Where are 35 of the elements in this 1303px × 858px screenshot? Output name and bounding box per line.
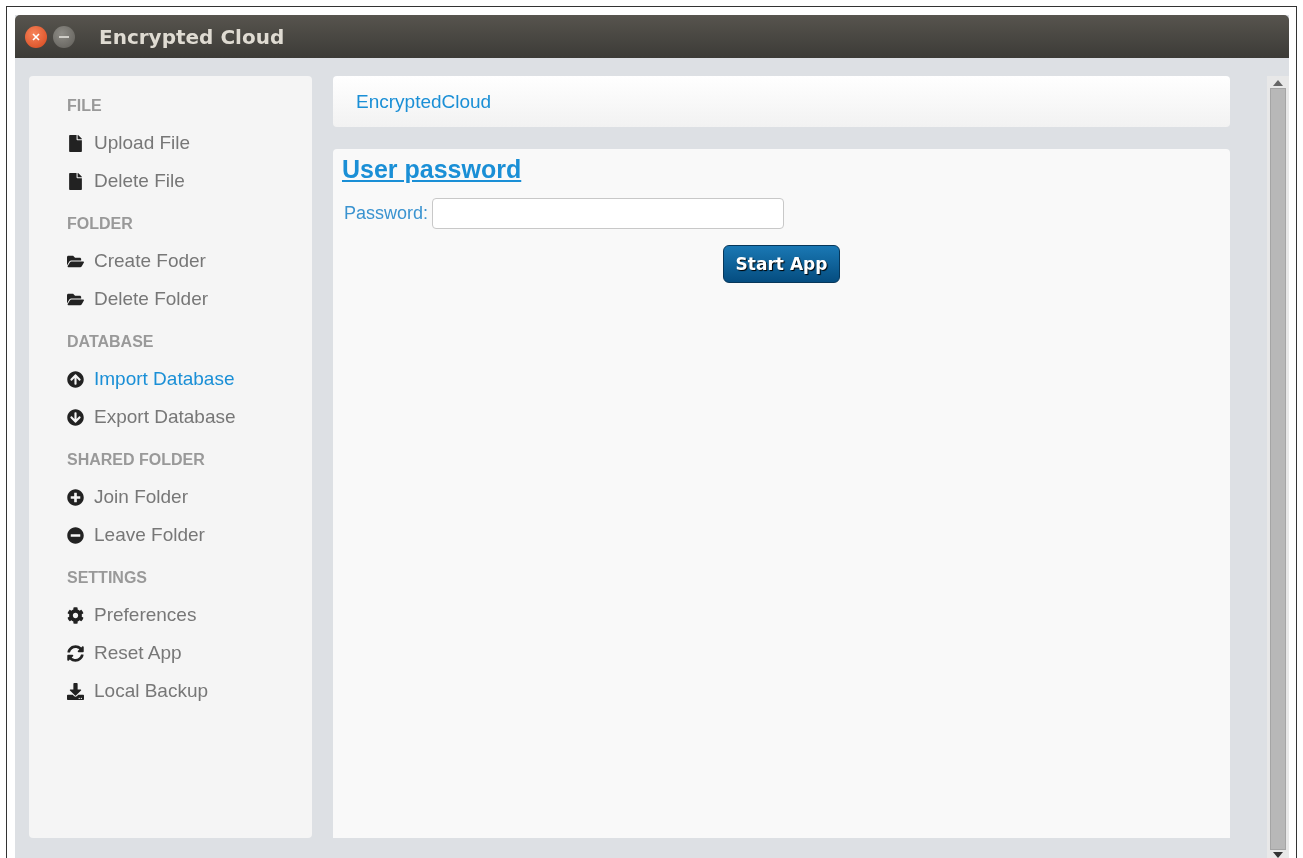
sidebar-link[interactable]: Local Backup [94, 680, 209, 702]
form-title-link[interactable]: User password [342, 155, 522, 184]
sidebar-link[interactable]: Upload File [94, 132, 191, 154]
sidebar-link[interactable]: Join Folder [94, 486, 188, 508]
minimize-button[interactable] [53, 25, 75, 48]
sidebar-link[interactable]: Preferences [94, 604, 197, 626]
close-icon [31, 31, 41, 42]
minimize-icon [59, 34, 69, 39]
file-icon [67, 134, 84, 152]
scroll-down-icon [1273, 852, 1283, 858]
sidebar-link[interactable]: Export Database [94, 406, 236, 428]
sidebar-link[interactable]: Delete Folder [94, 288, 209, 310]
settings-icon [67, 606, 84, 624]
file-icon [67, 172, 84, 190]
section-heading: SHARED FOLDER [67, 450, 206, 470]
scroll-thumb[interactable] [1270, 88, 1286, 850]
sidebar-link[interactable]: Import Database [94, 368, 235, 390]
section-heading: FOLDER [67, 214, 134, 234]
password-label: Password: [344, 203, 429, 224]
start-app-button[interactable]: Start App [722, 245, 841, 283]
brand-link[interactable]: EncryptedCloud [356, 90, 492, 113]
section-heading: DATABASE [67, 332, 155, 352]
sidebar-link[interactable]: Reset App [94, 642, 182, 664]
section-heading: FILE [67, 96, 103, 116]
refresh-icon [67, 644, 84, 662]
section-heading: SETTINGS [67, 568, 148, 588]
download-icon [67, 682, 84, 700]
scroll-up-icon [1273, 80, 1283, 86]
close-button[interactable] [25, 25, 47, 48]
sidebar-link[interactable]: Create Foder [94, 250, 206, 272]
sidebar-link[interactable]: Delete File [94, 170, 185, 192]
password-field[interactable] [432, 198, 785, 229]
window-title: Encrypted Cloud [99, 24, 285, 49]
sidebar-link[interactable]: Leave Folder [94, 524, 205, 546]
scrollbar[interactable] [1267, 76, 1289, 858]
